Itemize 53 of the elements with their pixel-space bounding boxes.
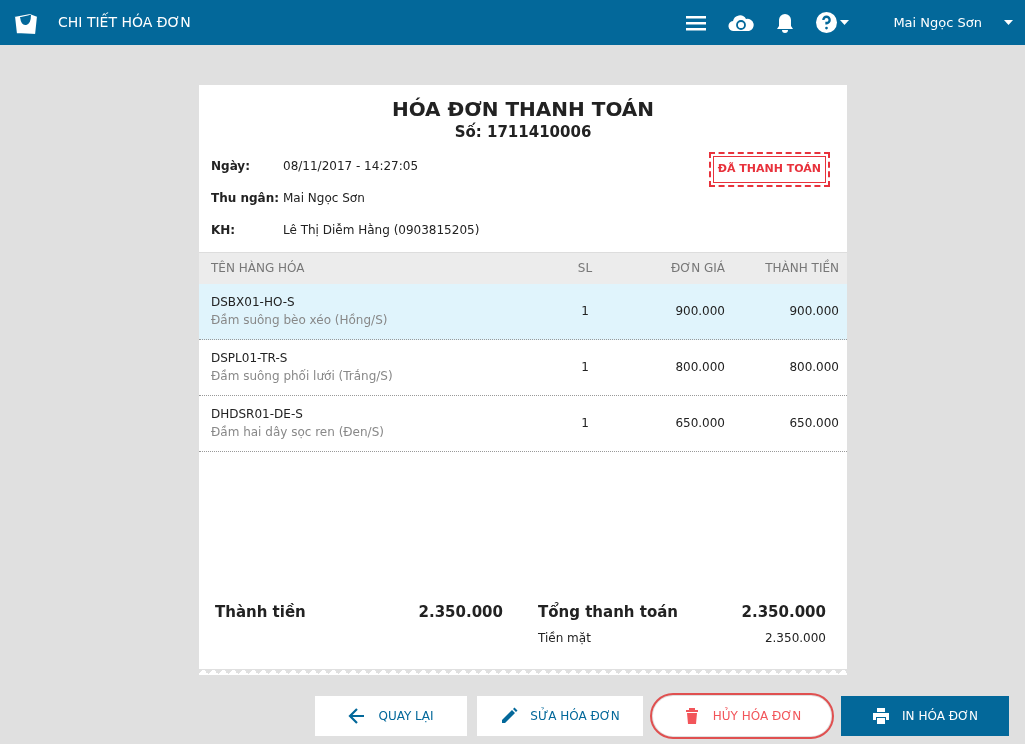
grand-total-label: Tổng thanh toán bbox=[538, 601, 678, 623]
payment-method: Tiền mặt bbox=[538, 630, 591, 647]
grand-total-value: 2.350.000 bbox=[741, 601, 826, 623]
caret-icon bbox=[840, 20, 850, 25]
caret-icon[interactable] bbox=[1004, 20, 1013, 25]
quantity: 1 bbox=[581, 416, 589, 430]
item-row[interactable]: DHDSR01-DE-S Đầm hai dây sọc ren (Đen/S) 1 650.000 650.000 bbox=[199, 395, 847, 452]
pencil-icon bbox=[500, 707, 519, 725]
field-value: Mai Ngọc Sơn bbox=[283, 189, 365, 207]
unit-price: 650.000 bbox=[675, 416, 725, 430]
item-row[interactable]: DSPL01-TR-S Đầm suông phối lưới (Trắng/S) 1 800.000 800.000 bbox=[199, 339, 847, 396]
paid-stamp: ĐÃ THANH TOÁN bbox=[708, 152, 830, 187]
subtotal-label: Thành tiền bbox=[215, 601, 306, 623]
product-code: DSBX01-HO-S bbox=[211, 294, 295, 311]
help-menu[interactable] bbox=[816, 12, 850, 33]
column-header: TÊN HÀNG HÓA bbox=[211, 261, 305, 275]
product-name: Đầm suông bèo xéo (Hồng/S) bbox=[211, 312, 388, 329]
payment-amount: 2.350.000 bbox=[764, 630, 826, 647]
column-header: ĐƠN GIÁ bbox=[670, 261, 725, 275]
line-total: 800.000 bbox=[789, 360, 839, 374]
edit-button[interactable]: SỬA HÓA ĐƠN bbox=[477, 696, 643, 736]
item-row[interactable]: DSBX01-HO-S Đầm suông bèo xéo (Hồng/S) 1 900.000 900.000 bbox=[199, 283, 847, 340]
quantity: 1 bbox=[581, 304, 589, 318]
column-header: THÀNH TIỀN bbox=[765, 261, 839, 275]
print-button[interactable]: IN HÓA ĐƠN bbox=[841, 696, 1009, 736]
field-label: Ngày: bbox=[211, 157, 251, 175]
subtotal-value: 2.350.000 bbox=[418, 601, 503, 623]
printer-icon bbox=[872, 707, 891, 725]
cancel-button[interactable]: HỦY HÓA ĐƠN bbox=[653, 696, 831, 736]
field-label: KH: bbox=[211, 221, 237, 239]
quantity: 1 bbox=[581, 360, 589, 374]
field-value: 08/11/2017 - 14:27:05 bbox=[283, 157, 419, 175]
unit-price: 900.000 bbox=[675, 304, 725, 318]
invoice-number: Số: 1711410006 bbox=[454, 122, 592, 143]
user-name[interactable]: Mai Ngọc Sơn bbox=[893, 12, 982, 33]
line-total: 900.000 bbox=[789, 304, 839, 318]
product-code: DHDSR01-DE-S bbox=[211, 406, 303, 423]
menu-icon[interactable] bbox=[686, 14, 707, 31]
line-total: 650.000 bbox=[789, 416, 839, 430]
bell-icon[interactable] bbox=[776, 12, 795, 33]
product-name: Đầm hai dây sọc ren (Đen/S) bbox=[211, 424, 384, 441]
arrow-left-icon bbox=[348, 707, 367, 725]
unit-price: 800.000 bbox=[675, 360, 725, 374]
back-button[interactable]: QUAY LẠI bbox=[315, 696, 467, 736]
help-icon[interactable] bbox=[816, 12, 838, 33]
product-code: DSPL01-TR-S bbox=[211, 350, 288, 367]
page-title: CHI TIẾT HÓA ĐƠN bbox=[58, 12, 191, 32]
field-value: Lê Thị Diễm Hằng (0903815205) bbox=[283, 221, 480, 239]
column-header: SL bbox=[577, 261, 593, 275]
cloud-sync-icon[interactable] bbox=[728, 13, 755, 32]
field-label: Thu ngân: bbox=[211, 189, 281, 207]
invoice-title: HÓA ĐƠN THANH TOÁN bbox=[391, 97, 655, 121]
product-name: Đầm suông phối lưới (Trắng/S) bbox=[211, 368, 393, 385]
